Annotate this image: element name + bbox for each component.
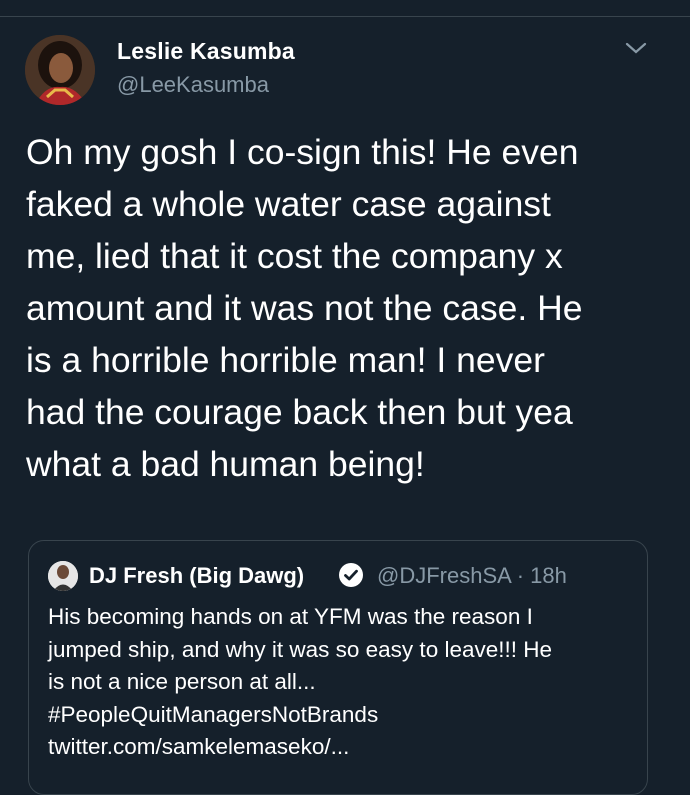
author-handle[interactable]: @LeeKasumba — [117, 72, 269, 98]
quoted-author-handle: @DJFreshSA · 18h — [377, 563, 567, 588]
top-divider — [0, 16, 690, 17]
verified-badge-icon — [338, 562, 364, 588]
quoted-author-name: DJ Fresh (Big Dawg) — [89, 563, 305, 588]
chevron-down-icon[interactable] — [624, 40, 648, 56]
author-name[interactable]: Leslie Kasumba — [117, 38, 295, 65]
quoted-tweet-card[interactable]: DJ Fresh (Big Dawg) @DJFreshSA · 18h His… — [28, 540, 648, 795]
quoted-tweet-link[interactable]: twitter.com/samkelemaseko/... — [48, 734, 349, 759]
quoted-tweet-text: His becoming hands on at YFM was the rea… — [48, 601, 638, 764]
author-avatar[interactable] — [25, 35, 95, 105]
quoted-author-avatar — [48, 561, 78, 591]
tweet-text: Oh my gosh I co-sign this! He even faked… — [26, 132, 583, 484]
quoted-tweet-body: His becoming hands on at YFM was the rea… — [48, 604, 553, 727]
